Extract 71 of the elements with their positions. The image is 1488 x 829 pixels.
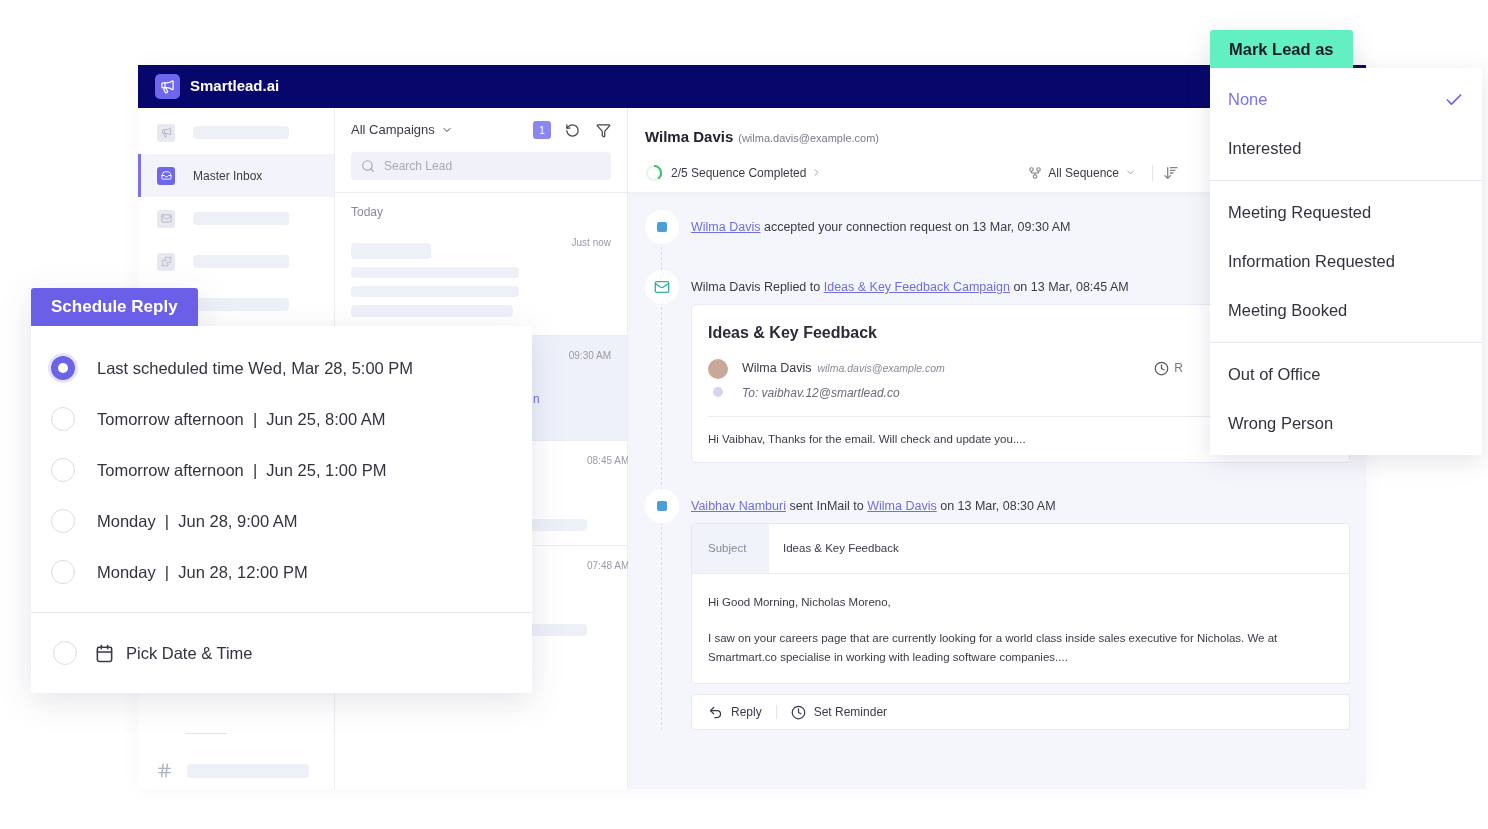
lead-status-option[interactable]: Interested — [1210, 124, 1482, 173]
email-body: Hi Vaibhav, Thanks for the email. Will check and update you.... — [708, 431, 1027, 447]
hash-icon — [156, 762, 173, 779]
reminder-label: R — [1174, 360, 1183, 377]
radio-button[interactable] — [51, 509, 75, 533]
schedule-option[interactable]: Monday | Jun 28, 12:00 PM — [97, 559, 308, 585]
sort-icon[interactable] — [1163, 164, 1179, 181]
lead-status-option[interactable]: Wrong Person — [1210, 399, 1482, 448]
lead-name: Wilma Davis — [645, 127, 734, 147]
name-link[interactable]: Wilma Davis — [867, 499, 937, 513]
lead-status-option[interactable]: Information Requested — [1210, 237, 1482, 286]
clock-icon — [1154, 360, 1170, 376]
preview-text: n — [533, 392, 540, 406]
puzzle-icon — [157, 252, 175, 271]
schedule-option[interactable]: Tomorrow afternoon | Jun 25, 1:00 PM — [97, 457, 387, 483]
lead-time: 09:30 AM — [568, 349, 611, 363]
placeholder-bar — [531, 624, 587, 636]
sequence-progress-link[interactable]: 2/5 Sequence Completed — [671, 163, 823, 182]
message-greeting: Hi Good Morning, Nicholas Moreno, — [708, 595, 892, 610]
lead-status-option[interactable]: None — [1210, 75, 1482, 124]
sidebar-item[interactable]: Master Inbox — [138, 154, 334, 197]
refresh-icon[interactable] — [565, 122, 580, 138]
sender-email: wilma.davis@example.com — [817, 361, 945, 376]
lead-email: (wilma.davis@example.com) — [738, 131, 879, 146]
logo-icon — [155, 74, 180, 99]
reply-button[interactable]: Reply — [708, 703, 762, 722]
sequence-dropdown[interactable]: All Sequence — [1028, 163, 1136, 182]
clock-icon — [790, 704, 806, 720]
search-field[interactable]: Search Lead — [351, 152, 611, 180]
radio-button[interactable] — [53, 641, 77, 665]
reply-arrow-icon — [708, 704, 723, 720]
menu-title: Mark Lead as — [1210, 30, 1353, 68]
lead-time: Just now — [571, 236, 611, 250]
radio-button[interactable] — [51, 458, 75, 482]
lead-status-option[interactable]: Out of Office — [1210, 350, 1482, 399]
campaign-dropdown[interactable]: All Campaigns — [351, 120, 453, 140]
group-label: Today — [351, 205, 384, 219]
dialog-title: Schedule Reply — [31, 288, 198, 326]
count-badge: 1 — [533, 121, 551, 139]
message-body: I saw on your careers page that are currently looking for a world class inside sales executive for Nicholas. We at Smartmart.co specialise in working with leading software companies.... — [708, 631, 1279, 666]
mail-icon — [157, 209, 175, 228]
radio-button[interactable] — [51, 407, 75, 431]
schedule-option[interactable]: Last scheduled time Wed, Mar 28, 5:00 PM — [97, 355, 414, 381]
avatar — [708, 359, 728, 379]
sender-name: Wilma Davis — [742, 360, 812, 377]
schedule-option[interactable]: Monday | Jun 28, 9:00 AM — [97, 508, 298, 534]
sidebar-label: Master Inbox — [193, 167, 263, 185]
search-icon — [361, 159, 375, 173]
lead-status-option[interactable]: Meeting Requested — [1210, 188, 1482, 237]
megaphone-icon — [157, 123, 175, 142]
schedule-option[interactable]: Tomorrow afternoon | Jun 25, 8:00 AM — [97, 406, 386, 432]
calendar-icon — [95, 643, 114, 663]
brand-name: Smartlead.ai — [190, 76, 280, 97]
subject-text: Ideas & Key Feedback — [782, 540, 899, 556]
subject-label: Subject — [692, 524, 769, 573]
radio-button[interactable] — [51, 356, 75, 380]
activity-text: Vaibhav Namburi sent InMail to Wilma Davis on 13 Mar, 08:30 AM — [691, 498, 1057, 515]
email-title: Ideas & Key Feedback — [708, 323, 878, 343]
recipient-email: To: vaibhav.12@smartlead.co — [742, 384, 901, 402]
pick-date-option[interactable]: Pick Date & Time — [126, 640, 253, 666]
placeholder-bar — [531, 519, 587, 531]
inbox-icon — [157, 166, 175, 185]
filter-icon[interactable] — [596, 122, 611, 138]
name-link[interactable]: Ideas & Key Feedback Campaign — [823, 280, 1010, 294]
radio-button[interactable] — [51, 560, 75, 584]
fork-icon — [1028, 165, 1043, 180]
set-reminder-button[interactable]: Set Reminder — [790, 703, 888, 722]
name-link[interactable]: Wilma Davis — [691, 220, 761, 234]
lead-status-option[interactable]: Meeting Booked — [1210, 286, 1482, 335]
name-link[interactable]: Vaibhav Namburi — [691, 499, 786, 513]
envelope-icon — [654, 279, 670, 295]
